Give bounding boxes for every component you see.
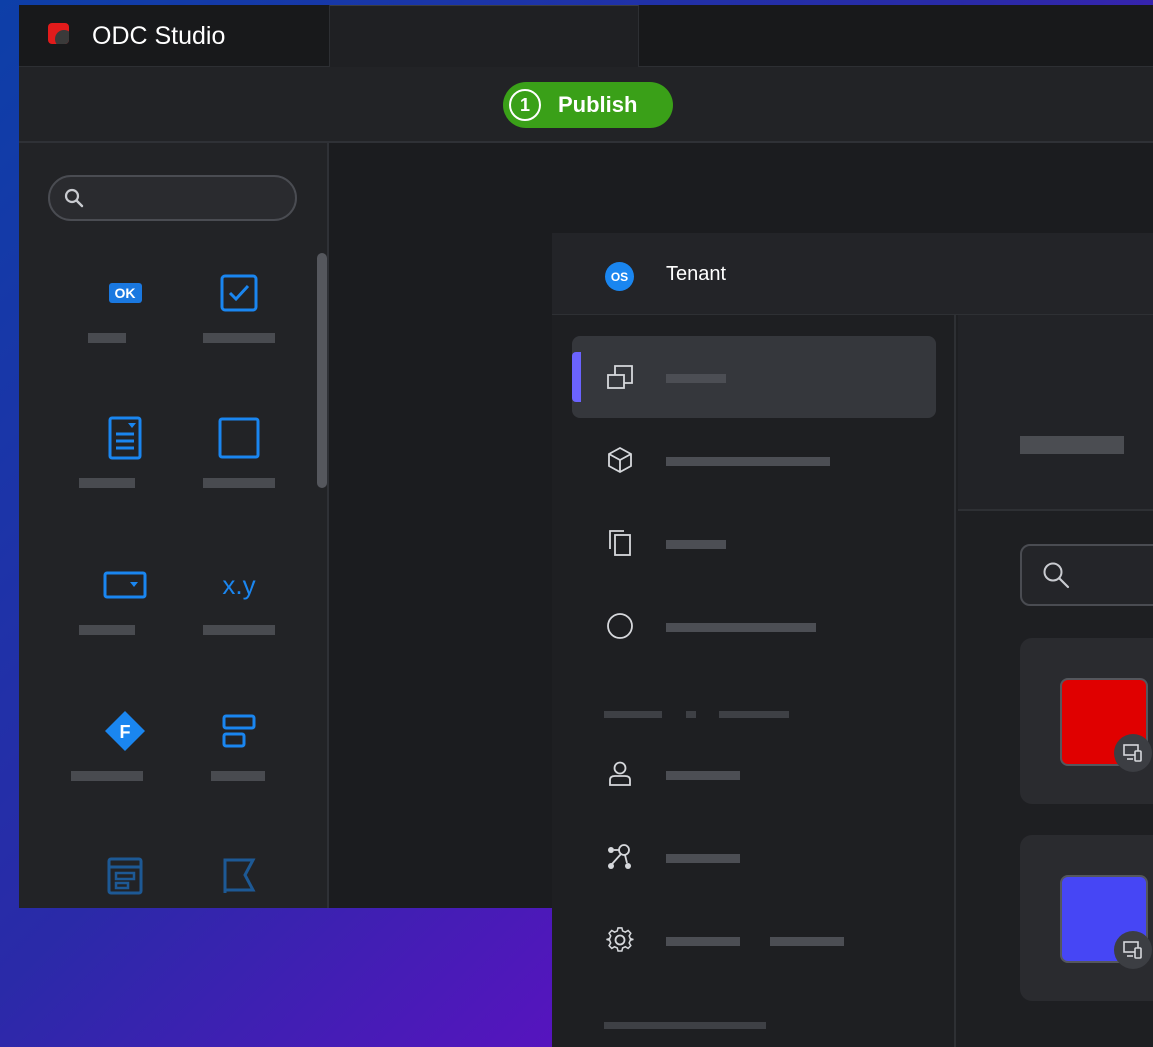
widget-label-placeholder <box>203 625 275 635</box>
expression-icon: x.y <box>222 569 256 600</box>
publish-label: Publish <box>558 92 638 117</box>
widget-label-placeholder <box>79 625 135 635</box>
circle-icon <box>607 613 633 639</box>
widget-button[interactable]: OK <box>75 273 175 383</box>
widget-label-placeholder <box>88 333 126 343</box>
tenant-sidebar-nav <box>552 315 956 1047</box>
nav-label-placeholder <box>666 854 740 863</box>
tenant-portal-window: OS Tenant <box>552 233 1153 1047</box>
nav-item-status[interactable] <box>572 585 936 667</box>
section-header-placeholder <box>719 711 789 718</box>
nav-item-apps[interactable] <box>572 336 936 418</box>
dropdown-icon <box>103 571 147 599</box>
user-icon <box>609 761 631 786</box>
widget-toolbox: OK x.y F <box>19 143 329 908</box>
publish-count-badge: 1 <box>509 89 541 121</box>
device-icon <box>1114 931 1152 969</box>
widget-container[interactable] <box>189 417 289 528</box>
ok-badge-icon: OK <box>108 283 142 303</box>
gear-icon <box>606 927 634 952</box>
section-header-placeholder <box>604 1022 766 1029</box>
graph-icon <box>608 844 631 869</box>
flag-icon <box>223 858 256 893</box>
list-icon <box>107 857 143 895</box>
widget-search-input[interactable] <box>48 175 297 221</box>
nav-item-libraries[interactable] <box>572 419 936 501</box>
nav-label-placeholder <box>666 937 740 946</box>
nav-label-placeholder <box>666 623 816 632</box>
widget-label-placeholder <box>71 771 143 781</box>
editor-tab[interactable] <box>329 5 639 67</box>
form-icon <box>108 416 142 460</box>
widget-expression[interactable]: x.y <box>189 565 289 675</box>
title-bar: ODC Studio <box>19 5 1153 67</box>
toolbox-scrollbar[interactable] <box>317 253 327 488</box>
app-card[interactable] <box>1020 835 1153 1001</box>
widget-flow[interactable]: F <box>71 711 175 821</box>
widget-checkbox[interactable] <box>189 273 289 383</box>
tenant-content <box>958 315 1153 1047</box>
section-header-placeholder <box>604 711 662 718</box>
widget-label-placeholder <box>203 333 275 343</box>
apps-icon <box>607 365 633 389</box>
flow-icon: F <box>105 711 145 751</box>
widget-list[interactable] <box>75 856 175 908</box>
widget-flag[interactable] <box>189 856 289 908</box>
widget-label-placeholder <box>211 771 265 781</box>
tenant-title: Tenant <box>666 263 727 285</box>
os-logo-icon: OS <box>605 262 634 291</box>
content-search-input[interactable] <box>1020 544 1153 606</box>
section-header-placeholder <box>686 711 696 718</box>
nav-label-placeholder <box>666 771 740 780</box>
nav-item-copies[interactable] <box>572 502 936 584</box>
app-card[interactable] <box>1020 638 1153 804</box>
container-icon <box>218 417 260 459</box>
content-title-placeholder <box>1020 436 1124 454</box>
nav-label-placeholder <box>666 540 726 549</box>
nav-item-integrations[interactable] <box>572 816 936 898</box>
block-icon <box>222 714 256 748</box>
search-icon <box>1043 562 1070 589</box>
widget-dropdown[interactable] <box>75 565 175 675</box>
flow-glyph: F <box>120 722 131 742</box>
nav-item-users[interactable] <box>572 733 936 815</box>
widget-label-placeholder <box>203 478 275 488</box>
cube-icon <box>608 446 632 474</box>
nav-label-placeholder <box>666 374 726 383</box>
publish-button[interactable]: 1 Publish <box>503 82 673 128</box>
nav-label-placeholder <box>666 457 830 466</box>
search-icon <box>64 188 84 208</box>
widget-block[interactable] <box>189 711 289 821</box>
widget-form[interactable] <box>75 416 175 528</box>
odc-logo-icon <box>48 23 69 44</box>
content-header <box>958 315 1153 511</box>
app-title: ODC Studio <box>92 22 226 50</box>
tenant-header: OS Tenant <box>552 233 1153 315</box>
widget-label-placeholder <box>79 478 135 488</box>
copy-icon <box>609 530 631 556</box>
device-icon <box>1114 734 1152 772</box>
nav-item-settings[interactable] <box>572 899 936 981</box>
nav-label-placeholder <box>770 937 844 946</box>
checkbox-icon <box>220 274 258 312</box>
toolbar: 1 Publish <box>19 67 1153 143</box>
